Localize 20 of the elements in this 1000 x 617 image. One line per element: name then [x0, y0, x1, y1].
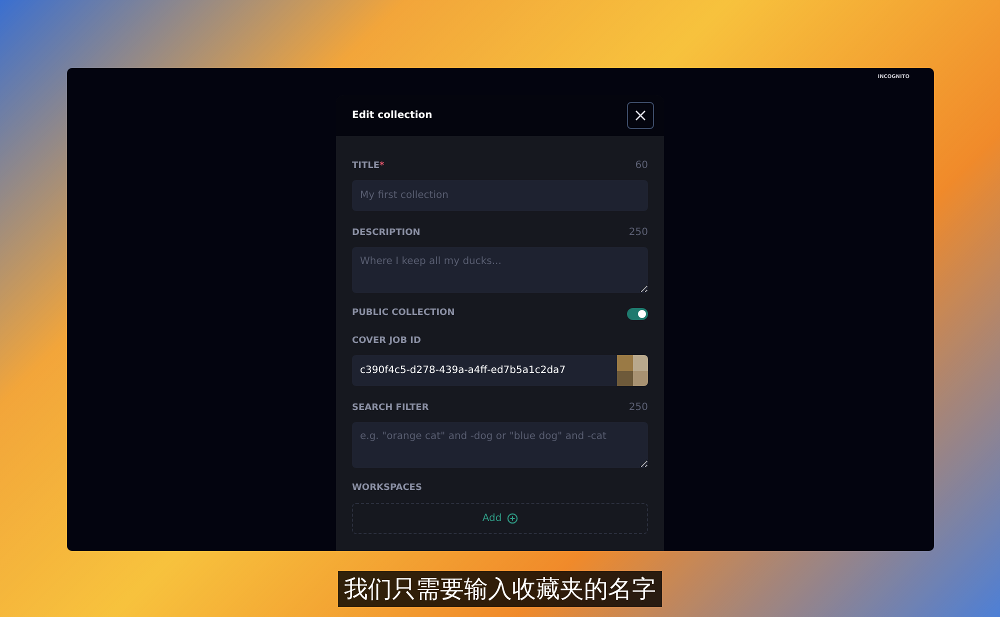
toggle-switch[interactable] — [627, 308, 648, 320]
character-counter: 250 — [628, 401, 648, 415]
text-area-field[interactable]: Where I keep all my ducks... — [352, 247, 648, 293]
photo-placeholder — [617, 355, 648, 386]
field-label: WORKSPACES — [352, 482, 422, 495]
title-field[interactable]: My first collection — [352, 180, 648, 211]
close-button[interactable] — [627, 102, 654, 129]
video-subtitle: 我们只需要输入收藏夹的名字 — [338, 571, 662, 607]
character-counter: 250 — [628, 226, 648, 240]
field-label: SEARCH FILTER — [352, 402, 429, 414]
text-area-field[interactable]: e.g. "orange cat" and -dog or "blue dog" and -cat — [352, 422, 648, 468]
field-label: PUBLIC COLLECTION — [352, 307, 455, 320]
plus-circle-icon — [506, 512, 518, 524]
field-label: TITLE* — [352, 160, 384, 172]
close-icon — [635, 110, 646, 121]
field-label: DESCRIPTION — [352, 226, 420, 240]
dialog-title: Edit collection — [352, 109, 432, 123]
field-label: COVER JOB ID — [352, 334, 422, 348]
character-counter: 60 — [635, 159, 648, 173]
add-workspace-button[interactable]: Add — [352, 502, 648, 534]
